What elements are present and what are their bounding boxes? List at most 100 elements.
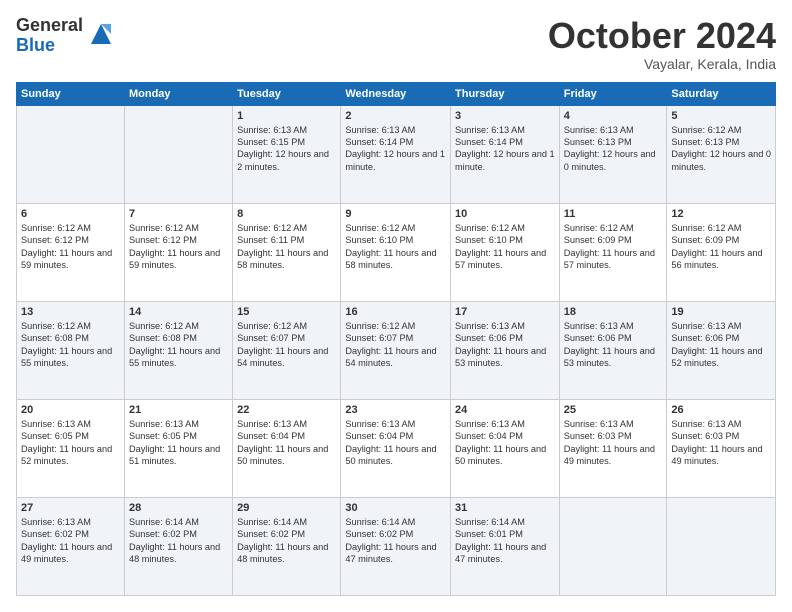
table-row: 11 Sunrise: 6:12 AMSunset: 6:09 PMDayligh… [559, 203, 667, 301]
col-friday: Friday [559, 82, 667, 105]
calendar-week-3: 13 Sunrise: 6:12 AMSunset: 6:08 PMDayligh… [17, 301, 776, 399]
table-row: 27 Sunrise: 6:13 AMSunset: 6:02 PMDayligh… [17, 497, 125, 595]
table-row: 31 Sunrise: 6:14 AMSunset: 6:01 PMDayligh… [451, 497, 560, 595]
table-row: 30Sunrise: 6:14 AMSunset: 6:02 PMDayligh… [341, 497, 451, 595]
day-number: 28 [129, 502, 228, 514]
day-number: 10 [455, 208, 555, 220]
table-row: 23Sunrise: 6:13 AMSunset: 6:04 PMDayligh… [341, 399, 451, 497]
day-number: 19 [671, 306, 771, 318]
table-row: 3Sunrise: 6:13 AMSunset: 6:14 PMDaylight… [451, 105, 560, 203]
location: Vayalar, Kerala, India [548, 56, 776, 72]
logo: General Blue [16, 16, 115, 56]
month-title: October 2024 [548, 16, 776, 56]
page-header: General Blue October 2024 Vayalar, Keral… [16, 16, 776, 72]
logo-icon [87, 20, 115, 48]
day-number: 18 [564, 306, 663, 318]
col-thursday: Thursday [451, 82, 560, 105]
table-row: 25 Sunrise: 6:13 AMSunset: 6:03 PMDayligh… [559, 399, 667, 497]
day-number: 20 [21, 404, 120, 416]
table-row: 28 Sunrise: 6:14 AMSunset: 6:02 PMDayligh… [124, 497, 232, 595]
day-number: 16 [345, 306, 446, 318]
day-number: 24 [455, 404, 555, 416]
day-number: 26 [671, 404, 771, 416]
day-number: 22 [237, 404, 336, 416]
col-sunday: Sunday [17, 82, 125, 105]
day-info: Sunrise: 6:12 AMSunset: 6:07 PMDaylight:… [345, 320, 446, 370]
day-number: 17 [455, 306, 555, 318]
day-info: Sunrise: 6:13 AMSunset: 6:03 PMDaylight:… [671, 418, 771, 468]
day-info: Sunrise: 6:12 AMSunset: 6:09 PMDaylight:… [671, 222, 771, 272]
day-info: Sunrise: 6:13 AMSunset: 6:02 PMDaylight:… [21, 516, 120, 566]
table-row: 1 Sunrise: 6:13 AMSunset: 6:15 PMDaylight… [233, 105, 341, 203]
day-number: 23 [345, 404, 446, 416]
day-info: Sunrise: 6:14 AMSunset: 6:01 PMDaylight:… [455, 516, 555, 566]
day-info: Sunrise: 6:12 AMSunset: 6:08 PMDaylight:… [21, 320, 120, 370]
day-number: 11 [564, 208, 663, 220]
table-row [559, 497, 667, 595]
day-number: 4 [564, 110, 663, 122]
day-info: Sunrise: 6:13 AMSunset: 6:05 PMDaylight:… [21, 418, 120, 468]
table-row: 2Sunrise: 6:13 AMSunset: 6:14 PMDaylight… [341, 105, 451, 203]
table-row: 13 Sunrise: 6:12 AMSunset: 6:08 PMDayligh… [17, 301, 125, 399]
calendar-week-5: 27 Sunrise: 6:13 AMSunset: 6:02 PMDayligh… [17, 497, 776, 595]
col-monday: Monday [124, 82, 232, 105]
day-number: 21 [129, 404, 228, 416]
table-row: 24 Sunrise: 6:13 AMSunset: 6:04 PMDayligh… [451, 399, 560, 497]
day-info: Sunrise: 6:13 AMSunset: 6:05 PMDaylight:… [129, 418, 228, 468]
table-row: 6Sunrise: 6:12 AMSunset: 6:12 PMDaylight… [17, 203, 125, 301]
col-tuesday: Tuesday [233, 82, 341, 105]
table-row: 21 Sunrise: 6:13 AMSunset: 6:05 PMDayligh… [124, 399, 232, 497]
day-number: 14 [129, 306, 228, 318]
day-info: Sunrise: 6:14 AMSunset: 6:02 PMDaylight:… [129, 516, 228, 566]
day-number: 5 [671, 110, 771, 122]
day-number: 15 [237, 306, 336, 318]
day-info: Sunrise: 6:12 AMSunset: 6:12 PMDaylight:… [129, 222, 228, 272]
table-row: 10 Sunrise: 6:12 AMSunset: 6:10 PMDayligh… [451, 203, 560, 301]
day-info: Sunrise: 6:13 AMSunset: 6:04 PMDaylight:… [237, 418, 336, 468]
day-number: 29 [237, 502, 336, 514]
day-info: Sunrise: 6:13 AMSunset: 6:13 PMDaylight:… [564, 124, 663, 174]
table-row: 22 Sunrise: 6:13 AMSunset: 6:04 PMDayligh… [233, 399, 341, 497]
day-number: 8 [237, 208, 336, 220]
table-row: 7 Sunrise: 6:12 AMSunset: 6:12 PMDaylight… [124, 203, 232, 301]
day-info: Sunrise: 6:13 AMSunset: 6:04 PMDaylight:… [455, 418, 555, 468]
day-info: Sunrise: 6:12 AMSunset: 6:12 PMDaylight:… [21, 222, 120, 272]
day-info: Sunrise: 6:13 AMSunset: 6:03 PMDaylight:… [564, 418, 663, 468]
logo-general-text: General [16, 16, 83, 36]
day-info: Sunrise: 6:13 AMSunset: 6:06 PMDaylight:… [671, 320, 771, 370]
day-info: Sunrise: 6:12 AMSunset: 6:10 PMDaylight:… [345, 222, 446, 272]
day-number: 9 [345, 208, 446, 220]
table-row: 18Sunrise: 6:13 AMSunset: 6:06 PMDayligh… [559, 301, 667, 399]
table-row: 16 Sunrise: 6:12 AMSunset: 6:07 PMDayligh… [341, 301, 451, 399]
day-info: Sunrise: 6:12 AMSunset: 6:13 PMDaylight:… [671, 124, 771, 174]
calendar-week-2: 6Sunrise: 6:12 AMSunset: 6:12 PMDaylight… [17, 203, 776, 301]
day-info: Sunrise: 6:13 AMSunset: 6:14 PMDaylight:… [455, 124, 555, 174]
table-row [17, 105, 125, 203]
day-number: 2 [345, 110, 446, 122]
day-number: 27 [21, 502, 120, 514]
day-number: 25 [564, 404, 663, 416]
title-area: October 2024 Vayalar, Kerala, India [548, 16, 776, 72]
table-row: 26 Sunrise: 6:13 AMSunset: 6:03 PMDayligh… [667, 399, 776, 497]
day-number: 1 [237, 110, 336, 122]
day-number: 12 [671, 208, 771, 220]
table-row: 19 Sunrise: 6:13 AMSunset: 6:06 PMDayligh… [667, 301, 776, 399]
calendar-week-4: 20 Sunrise: 6:13 AMSunset: 6:05 PMDayligh… [17, 399, 776, 497]
day-info: Sunrise: 6:12 AMSunset: 6:09 PMDaylight:… [564, 222, 663, 272]
table-row: 14Sunrise: 6:12 AMSunset: 6:08 PMDayligh… [124, 301, 232, 399]
calendar-header-row: Sunday Monday Tuesday Wednesday Thursday… [17, 82, 776, 105]
table-row: 15Sunrise: 6:12 AMSunset: 6:07 PMDayligh… [233, 301, 341, 399]
table-row: 29 Sunrise: 6:14 AMSunset: 6:02 PMDayligh… [233, 497, 341, 595]
day-info: Sunrise: 6:13 AMSunset: 6:15 PMDaylight:… [237, 124, 336, 174]
day-number: 30 [345, 502, 446, 514]
calendar-week-1: 1 Sunrise: 6:13 AMSunset: 6:15 PMDaylight… [17, 105, 776, 203]
col-wednesday: Wednesday [341, 82, 451, 105]
day-number: 31 [455, 502, 555, 514]
day-info: Sunrise: 6:14 AMSunset: 6:02 PMDaylight:… [237, 516, 336, 566]
table-row: 9 Sunrise: 6:12 AMSunset: 6:10 PMDaylight… [341, 203, 451, 301]
day-info: Sunrise: 6:12 AMSunset: 6:10 PMDaylight:… [455, 222, 555, 272]
col-saturday: Saturday [667, 82, 776, 105]
logo-blue-text: Blue [16, 36, 83, 56]
day-number: 13 [21, 306, 120, 318]
day-number: 7 [129, 208, 228, 220]
